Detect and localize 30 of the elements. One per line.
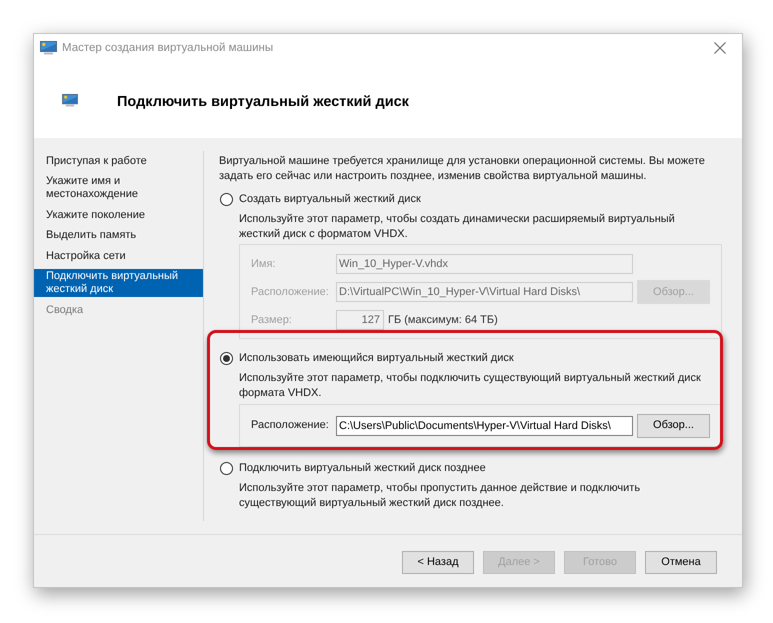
radio-label[interactable]: Подключить виртуальный жесткий диск позднее xyxy=(239,461,486,476)
radio-button[interactable] xyxy=(220,352,233,365)
monitor-icon xyxy=(62,94,78,106)
window-title: Мастер создания виртуальной машины xyxy=(62,41,274,55)
intro-text: Виртуальной машине требуется хранилище для установки операционной системы. Вы можете задать его сейчас или настроить позднее, изменив свойства виртуальной машины. xyxy=(219,154,706,184)
step-item[interactable]: Приступая к работе xyxy=(34,154,203,168)
radio-label[interactable]: Создать виртуальный жесткий диск xyxy=(239,192,421,206)
radio-button[interactable] xyxy=(220,192,233,206)
size-unit: ГБ (максимум: 64 ТБ) xyxy=(388,312,498,328)
browse-button[interactable]: Обзор... xyxy=(637,414,710,438)
monitor-icon xyxy=(40,41,57,55)
close-icon[interactable] xyxy=(714,42,726,54)
step-item[interactable]: Укажите имя и местонахождение xyxy=(34,174,203,202)
field-label: Размер: xyxy=(251,312,293,328)
step-item[interactable]: Выделить память xyxy=(34,228,203,243)
path-field[interactable]: C:\Users\Public\Documents\Hyper-V\Virtual Hard Disks\ xyxy=(336,416,633,436)
radio-button[interactable] xyxy=(220,462,233,475)
step-item[interactable]: Настройка сети xyxy=(34,248,203,264)
radio-label[interactable]: Использовать имеющийся виртуальный жесткий диск xyxy=(239,351,514,366)
option-description: Используйте этот параметр, чтобы пропустить данное действие и подключить существующий виртуальный жесткий диск позднее. xyxy=(239,481,642,511)
field-label: Расположение: xyxy=(251,284,330,300)
step-item[interactable]: Подключить виртуальный жесткий диск xyxy=(34,269,203,297)
option-description: Используйте этот параметр, чтобы подключить существующий виртуальный жесткий диск формата VHDX. xyxy=(239,371,702,401)
option-description: Используйте этот параметр, чтобы создать динамически расширяемый виртуальный жесткий диск с форматом VHDX. xyxy=(239,212,676,242)
field-label: Расположение: xyxy=(251,418,330,434)
dialog-button[interactable]: Отмена xyxy=(645,551,717,574)
field-label: Имя: xyxy=(251,256,276,272)
page-title: Подключить виртуальный жесткий диск xyxy=(117,92,409,110)
step-item[interactable]: Укажите поколение xyxy=(34,208,203,222)
dialog-button[interactable]: < Назад xyxy=(402,551,474,574)
